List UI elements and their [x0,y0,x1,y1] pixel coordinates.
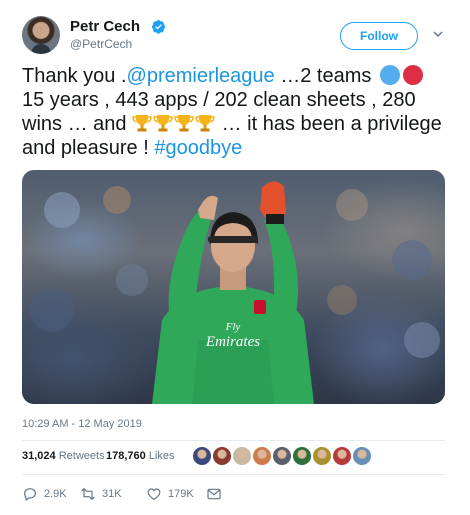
like-count: 179K [168,488,194,500]
author-name[interactable]: Petr Cech [70,18,140,35]
tweet-header: Petr Cech @PetrCech Follow [22,16,452,56]
liker-avatar[interactable] [272,446,292,466]
goalkeeper-photo-illustration: Fly Emirates [30,181,440,404]
liker-avatar[interactable] [232,446,252,466]
likes-stat[interactable]: 178,760 Likes [106,450,175,462]
tweet-text: Thank you .@premierleague …2 teams 15 ye… [22,64,442,160]
envelope-icon [207,488,221,500]
chevron-down-icon[interactable] [432,28,444,40]
heart-icon [147,488,161,500]
liker-avatar[interactable] [312,446,332,466]
retweets-count: 31,024 [22,450,56,462]
author-handle[interactable]: @PetrCech [70,37,132,51]
tweet-photo[interactable]: Fly Emirates [22,170,445,404]
hashtag-link[interactable]: #goodbye [154,137,242,159]
tweet-timestamp[interactable]: 10:29 AM - 12 May 2019 [22,418,142,430]
reply-button[interactable]: 2.9K [22,484,67,504]
liker-avatar[interactable] [292,446,312,466]
retweets-stat[interactable]: 31,024 Retweets [22,450,105,462]
reply-icon [24,488,36,501]
blue-circle-emoji-icon [379,65,400,85]
divider [22,474,445,475]
likes-count: 178,760 [106,450,146,462]
svg-text:Emirates: Emirates [205,334,260,350]
trophy-emoji-icon [153,115,173,132]
like-button[interactable]: 179K [146,484,194,504]
trophy-emoji-icon [174,115,194,132]
retweet-icon [81,488,95,500]
trophy-emoji-icon [195,115,215,132]
retweet-button[interactable]: 31K [80,484,122,504]
reply-count: 2.9K [44,488,67,500]
tweet-text-part: …2 teams [274,65,377,87]
retweets-label: Retweets [58,450,105,462]
liker-avatars [192,446,392,466]
liker-avatar[interactable] [212,446,232,466]
retweet-count: 31K [102,488,122,500]
divider [22,440,445,441]
liker-avatar[interactable] [352,446,372,466]
tweet-text-part: Thank you . [22,65,127,87]
mention-link[interactable]: @premierleague [127,65,275,87]
liker-avatar[interactable] [252,446,272,466]
liker-avatar[interactable] [332,446,352,466]
direct-message-button[interactable] [206,484,228,504]
trophy-emoji-icon [132,115,152,132]
likes-label: Likes [148,450,175,462]
avatar[interactable] [22,16,60,54]
tweet-actions: 2.9K 31K 179K [22,484,445,504]
verified-badge-icon [151,19,166,34]
red-circle-emoji-icon [402,65,423,85]
liker-avatar[interactable] [192,446,212,466]
svg-text:Fly: Fly [225,321,241,333]
follow-button[interactable]: Follow [340,22,418,50]
